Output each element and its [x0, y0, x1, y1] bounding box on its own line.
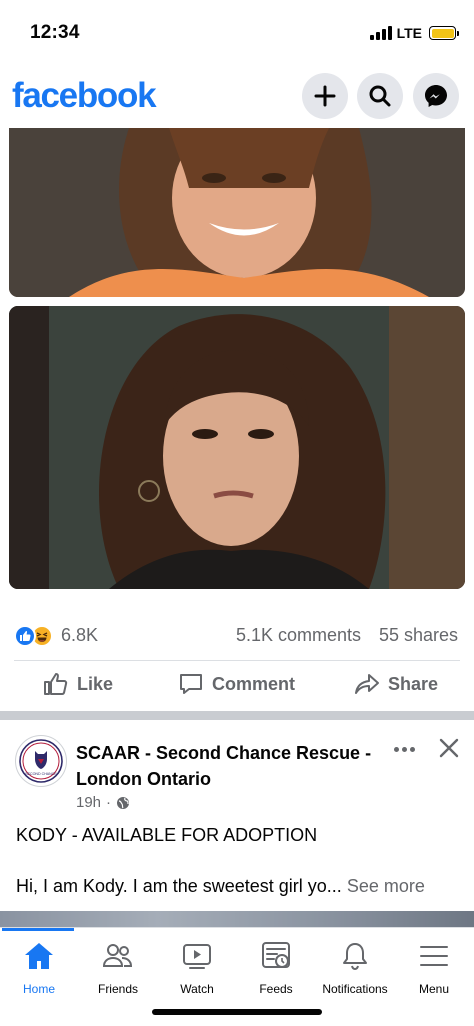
comment-icon	[180, 674, 202, 694]
shares-count[interactable]: 55 shares	[379, 625, 458, 646]
reaction-count[interactable]: 6.8K	[61, 625, 98, 646]
comment-button[interactable]: Comment	[178, 672, 295, 696]
feeds-icon	[262, 942, 290, 968]
messenger-button[interactable]	[413, 73, 459, 119]
like-label: Like	[77, 673, 114, 694]
nav-home-label: Home	[22, 982, 55, 996]
woman-smiling-photo	[9, 128, 465, 297]
search-icon	[369, 85, 391, 107]
share-label: Share	[388, 673, 439, 694]
nav-feeds-label: Feeds	[259, 982, 293, 996]
like-reaction-icon	[14, 625, 36, 647]
thumbs-up-icon	[44, 673, 68, 695]
page-name[interactable]: SCAAR - Second Chance Rescue - London On…	[76, 740, 386, 792]
meta-separator: ·	[106, 794, 112, 811]
more-options-button[interactable]	[390, 737, 418, 761]
post-body: Hi, I am Kody. I am the sweetest girl yo…	[16, 876, 460, 897]
nav-friends[interactable]: Friends	[78, 938, 158, 996]
post-photo-bottom[interactable]	[9, 306, 465, 589]
battery-icon	[429, 26, 459, 40]
share-button[interactable]: Share	[354, 672, 438, 696]
signal-icon	[369, 26, 392, 40]
woman-serious-photo	[9, 306, 465, 589]
bell-icon	[343, 943, 367, 971]
comments-count[interactable]: 5.1K comments	[236, 625, 361, 646]
facebook-logo[interactable]: facebook	[12, 76, 157, 116]
status-indicators: LTE	[369, 25, 459, 41]
home-indicator[interactable]	[152, 1009, 322, 1015]
share-icon	[355, 674, 379, 694]
messenger-icon	[425, 85, 447, 107]
nav-watch-label: Watch	[180, 982, 214, 996]
nav-menu-label: Menu	[418, 982, 450, 996]
facebook-feed-screen: 12:34 LTE facebook 6.8K 5.1K comments 55…	[0, 0, 474, 1026]
like-button[interactable]: Like	[43, 672, 113, 696]
active-tab-indicator	[2, 928, 74, 931]
post-headline: KODY - AVAILABLE FOR ADOPTION	[16, 825, 318, 845]
post-meta: 19h ·	[76, 794, 130, 811]
post-image-preview[interactable]	[0, 911, 474, 927]
globe-icon	[117, 796, 130, 809]
search-button[interactable]	[357, 73, 403, 119]
app-header: facebook	[0, 68, 474, 128]
friends-icon	[102, 944, 133, 967]
comment-label: Comment	[212, 673, 296, 694]
post-stats-row: 6.8K 5.1K comments 55 shares	[0, 618, 474, 654]
create-button[interactable]	[302, 73, 348, 119]
watch-icon	[183, 944, 211, 969]
see-more-link[interactable]: See more	[347, 876, 425, 896]
avatar-text: SECOND CHANCE	[25, 772, 57, 776]
post-photo-top[interactable]	[9, 128, 465, 297]
status-time: 12:34	[30, 22, 80, 43]
menu-icon	[420, 946, 448, 966]
nav-menu[interactable]: Menu	[394, 938, 474, 996]
status-bar: 12:34 LTE	[0, 0, 474, 68]
stats-divider	[14, 660, 460, 661]
home-icon	[25, 943, 53, 969]
post-body-text: Hi, I am Kody. I am the sweetest girl yo…	[16, 876, 342, 896]
nav-notifications[interactable]: Notifications	[315, 938, 395, 996]
post-actions: Like Comment Share	[0, 662, 474, 710]
page-avatar[interactable]: SECOND CHANCE	[15, 735, 67, 787]
post-time[interactable]: 19h	[76, 794, 101, 811]
nav-friends-label: Friends	[97, 982, 138, 996]
feed-separator	[0, 711, 474, 720]
plus-icon	[314, 85, 336, 107]
nav-home[interactable]: Home	[0, 938, 79, 996]
reaction-icons[interactable]	[14, 624, 58, 648]
nav-notifications-label: Notifications	[322, 982, 388, 996]
nav-feeds[interactable]: Feeds	[236, 938, 316, 996]
network-label: LTE	[396, 25, 422, 41]
nav-watch[interactable]: Watch	[157, 938, 237, 996]
scaar-logo: SECOND CHANCE	[19, 739, 63, 783]
hide-post-button[interactable]	[436, 735, 462, 761]
close-icon	[439, 738, 459, 758]
